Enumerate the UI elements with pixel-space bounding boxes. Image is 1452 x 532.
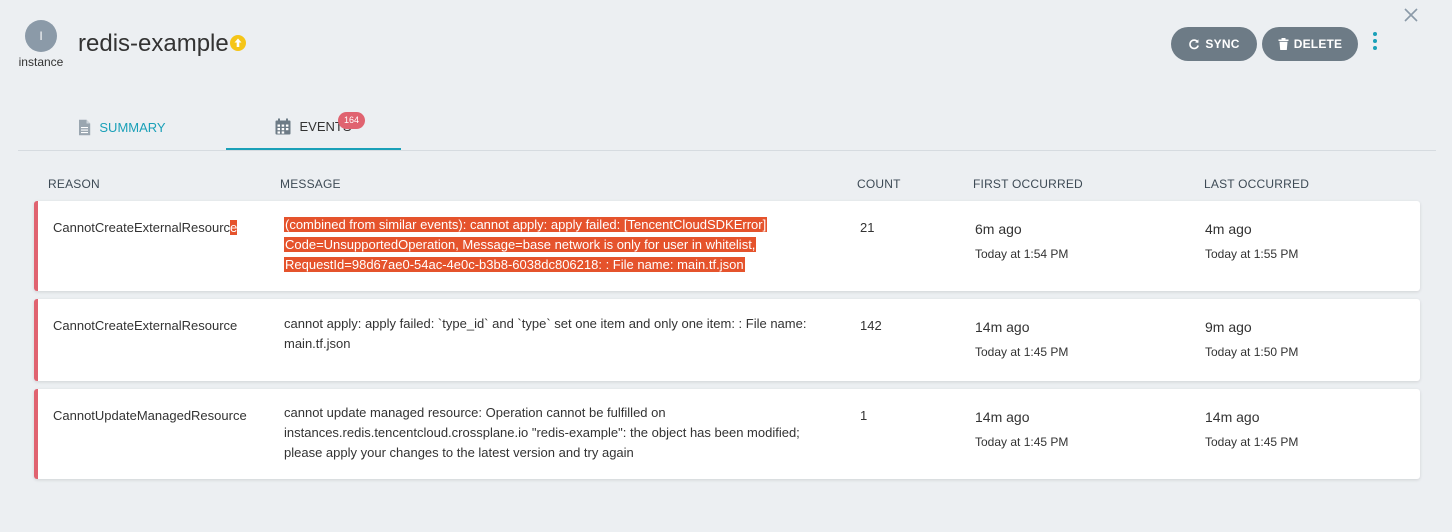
event-details-page: I instance redis-example SYNC DELETE SUM… [0, 0, 1452, 532]
refresh-icon [1189, 39, 1200, 50]
row-last-occurred: 4m ago Today at 1:55 PM [1205, 219, 1298, 264]
arrow-up-circle-icon [230, 35, 246, 51]
reason-text-unselected: CannotCreateExternalResourc [53, 220, 231, 235]
first-timestamp: Today at 1:45 PM [975, 435, 1069, 449]
last-relative: 4m ago [1205, 221, 1252, 237]
first-relative: 14m ago [975, 409, 1030, 425]
last-timestamp: Today at 1:50 PM [1205, 345, 1299, 359]
column-header-reason[interactable]: REASON [48, 177, 100, 191]
reason-text-selected: e [230, 220, 238, 235]
last-timestamp: Today at 1:55 PM [1205, 247, 1299, 261]
delete-button[interactable]: DELETE [1262, 27, 1358, 61]
events-count-badge: 164 [338, 112, 366, 129]
calendar-icon [275, 118, 291, 134]
table-row[interactable]: CannotUpdateManagedResource cannot updat… [34, 389, 1420, 479]
message-line: please apply your changes to the latest … [284, 445, 634, 460]
row-first-occurred: 6m ago Today at 1:54 PM [975, 219, 1068, 264]
message-line: cannot update managed resource: Operatio… [284, 405, 666, 420]
column-header-message[interactable]: MESSAGE [280, 177, 341, 191]
sync-button[interactable]: SYNC [1171, 27, 1257, 61]
row-reason-text: CannotCreateExternalResource [53, 220, 238, 235]
row-first-occurred: 14m ago Today at 1:45 PM [975, 407, 1068, 452]
message-line: cannot apply: apply failed: `type_id` an… [284, 316, 807, 331]
tab-events[interactable]: EVENTS 164 [226, 104, 401, 150]
first-relative: 6m ago [975, 221, 1022, 237]
first-timestamp: Today at 1:54 PM [975, 247, 1069, 261]
row-reason: CannotUpdateManagedResource [53, 408, 247, 423]
last-timestamp: Today at 1:45 PM [1205, 435, 1299, 449]
close-icon[interactable] [1401, 5, 1421, 25]
message-line: Code=UnsupportedOperation, Message=base … [284, 237, 757, 252]
row-last-occurred: 9m ago Today at 1:50 PM [1205, 317, 1298, 362]
table-row[interactable]: CannotCreateExternalResource (combined f… [34, 201, 1420, 291]
sync-label: SYNC [1205, 37, 1240, 51]
page-title: redis-example [78, 30, 229, 57]
last-relative: 9m ago [1205, 319, 1252, 335]
column-header-count[interactable]: COUNT [857, 177, 901, 191]
tab-summary-label: SUMMARY [99, 119, 166, 135]
delete-label: DELETE [1293, 37, 1343, 51]
row-message: cannot apply: apply failed: `type_id` an… [284, 314, 814, 354]
row-count: 21 [860, 220, 875, 235]
avatar-block: I instance [17, 20, 65, 69]
tab-bar: SUMMARY EVENTS 164 [18, 104, 1436, 151]
row-message: cannot update managed resource: Operatio… [284, 403, 814, 463]
more-options-icon[interactable] [1368, 32, 1382, 56]
avatar-label: instance [18, 55, 64, 69]
row-first-occurred: 14m ago Today at 1:45 PM [975, 317, 1068, 362]
message-line: instances.redis.tencentcloud.crossplane.… [284, 425, 800, 440]
first-relative: 14m ago [975, 319, 1030, 335]
tab-summary[interactable]: SUMMARY [18, 104, 226, 150]
row-reason: CannotCreateExternalResource [53, 318, 238, 333]
row-reason: CannotCreateExternalResource [53, 218, 238, 238]
row-message: (combined from similar events): cannot a… [284, 215, 814, 275]
first-timestamp: Today at 1:45 PM [975, 345, 1069, 359]
avatar: I [25, 20, 57, 52]
table-row[interactable]: CannotCreateExternalResource cannot appl… [34, 299, 1420, 381]
column-header-last-occurred[interactable]: LAST OCCURRED [1204, 177, 1309, 191]
last-relative: 14m ago [1205, 409, 1260, 425]
trash-icon [1278, 38, 1289, 50]
message-line: main.tf.json [284, 336, 351, 351]
document-icon [79, 119, 91, 135]
column-header-first-occurred[interactable]: FIRST OCCURRED [973, 177, 1083, 191]
row-last-occurred: 14m ago Today at 1:45 PM [1205, 407, 1298, 452]
row-count: 1 [860, 408, 868, 423]
message-line: (combined from similar events): cannot a… [284, 217, 768, 232]
row-count: 142 [860, 318, 882, 333]
message-line: RequestId=98d67ae0-54ac-4e0c-b3b8-6038dc… [284, 257, 745, 272]
